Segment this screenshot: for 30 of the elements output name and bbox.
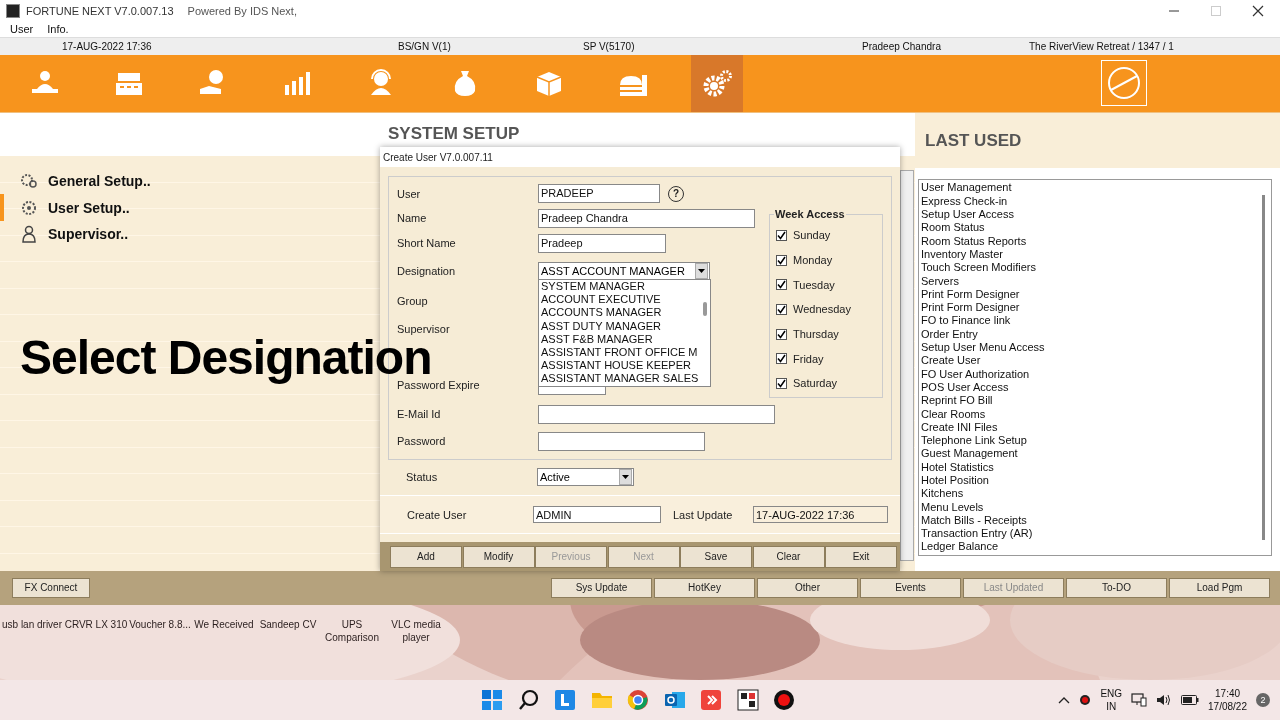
section-title: SYSTEM SETUP [388,123,520,144]
window-title: FORTUNE NEXT V7.0.007.13 [26,4,174,17]
info-text: Pradeep Chandra [862,41,941,53]
checkbox-label: Thursday [793,328,839,341]
group-title: Week Access [774,208,846,220]
field-label: Last Update [673,508,734,521]
field-label: User [397,187,422,200]
checkbox-label: Wednesday [793,303,851,316]
field-label: Status [406,471,439,483]
panel-title: LAST USED [925,130,1022,151]
field-label: Designation [397,265,457,277]
dialog-title: Create User V7.0.007.11 [380,147,900,167]
checkbox-label: Saturday [793,377,838,390]
field-label: Name [397,212,428,224]
checkbox-label: Friday [793,352,824,365]
info-text: 17-AUG-2022 17:36 [62,41,152,53]
field-label: Password [397,435,447,447]
checkbox-label: Monday [793,254,833,267]
caption-text: Select Designation [20,334,432,382]
window-subtitle: Powered By IDS Next, [187,4,297,17]
field-label: Supervisor [397,323,451,335]
field-label: Short Name [397,237,457,249]
info-text: SP V(5170) [583,41,635,53]
field-label: Create User [407,508,468,521]
checkbox-label: Sunday [793,229,831,242]
info-text: BS/GN V(1) [398,41,451,53]
checkbox-label: Tuesday [793,278,835,291]
field-label: Group [397,295,429,307]
field-label: E-Mail Id [397,408,442,420]
info-text: The RiverView Retreat / 1347 / 1 [1029,41,1174,53]
